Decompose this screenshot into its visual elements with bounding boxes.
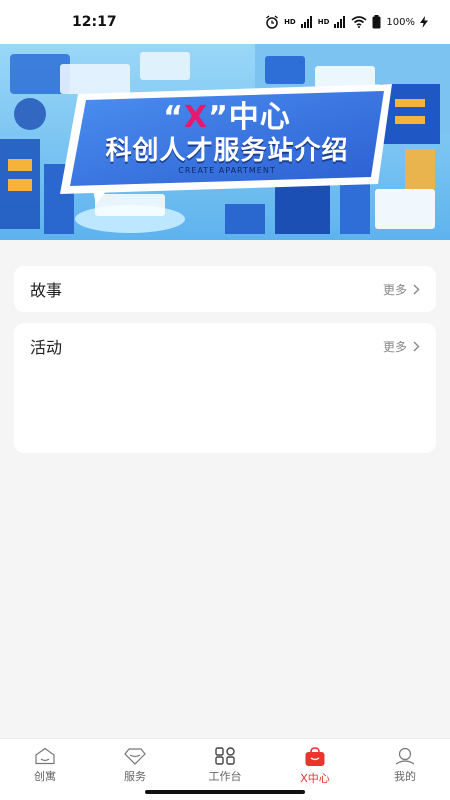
battery-icon bbox=[372, 15, 381, 29]
activities-title: 活动 bbox=[30, 338, 63, 357]
status-icons: HD HD 100% bbox=[265, 15, 428, 29]
signal-icon bbox=[300, 16, 312, 28]
diamond-icon bbox=[124, 748, 146, 765]
activities-section: 活动 更多 bbox=[14, 323, 436, 453]
activities-more-label: 更多 bbox=[382, 339, 407, 354]
signal-icon-2 bbox=[334, 16, 346, 28]
profile-icon bbox=[395, 747, 415, 765]
tab-service-label: 服务 bbox=[124, 770, 146, 783]
tab-profile-label: 我的 bbox=[394, 770, 416, 783]
status-time: 12:17 bbox=[72, 14, 117, 30]
tab-x-center-label: X中心 bbox=[300, 772, 330, 785]
signal-hd-label-1: HD bbox=[284, 18, 296, 26]
workbench-icon bbox=[215, 747, 235, 765]
banner-subtitle: 科创人才服务站介绍 bbox=[105, 136, 349, 166]
banner-title-panel: “X”中心 科创人才服务站介绍 CREATE APARTMENT bbox=[62, 82, 392, 230]
chevron-right-icon bbox=[413, 341, 420, 351]
chevron-right-icon bbox=[413, 284, 420, 294]
home-icon bbox=[35, 747, 55, 765]
banner-tagline: CREATE APARTMENT bbox=[178, 166, 276, 175]
tab-profile[interactable]: 我的 bbox=[360, 739, 450, 800]
wifi-icon bbox=[351, 16, 367, 28]
alarm-icon bbox=[266, 15, 278, 29]
signal-hd-label-2: HD bbox=[317, 18, 330, 26]
tab-workbench-label: 工作台 bbox=[208, 770, 242, 783]
stories-title: 故事 bbox=[30, 281, 63, 300]
tab-home[interactable]: 创寓 bbox=[0, 739, 90, 800]
stories-more-label: 更多 bbox=[382, 282, 407, 297]
status-bar: 12:17 HD HD 100% bbox=[0, 0, 450, 44]
stories-header: 故事 更多 bbox=[14, 266, 436, 312]
banner[interactable]: “X”中心 科创人才服务站介绍 CREATE APARTMENT bbox=[0, 44, 450, 240]
bag-icon bbox=[305, 747, 325, 766]
battery-percent: 100% bbox=[386, 16, 415, 28]
activities-header: 活动 更多 bbox=[14, 323, 436, 369]
charging-icon bbox=[420, 16, 428, 28]
tab-home-label: 创寓 bbox=[34, 770, 56, 783]
stories-section: 故事 更多 bbox=[14, 266, 436, 312]
activities-more-link[interactable]: 更多 bbox=[383, 338, 420, 355]
home-indicator bbox=[145, 790, 305, 794]
stories-more-link[interactable]: 更多 bbox=[383, 281, 420, 298]
